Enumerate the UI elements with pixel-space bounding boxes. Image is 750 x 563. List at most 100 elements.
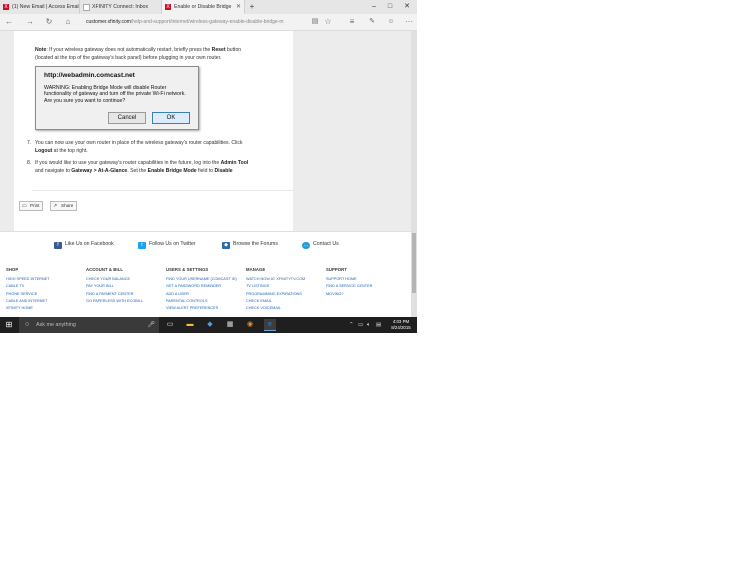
- footer-link[interactable]: CHECK VOICEMAIL: [246, 305, 305, 312]
- footer-link[interactable]: FIND YOUR USERNAME (COMCAST ID): [166, 276, 237, 283]
- maximize-button[interactable]: □: [382, 0, 398, 14]
- footer-link[interactable]: VIEW ALERT PREFERENCES: [166, 305, 237, 312]
- url-domain: customer.xfinity.com: [86, 19, 131, 25]
- footer-link[interactable]: FIND A SERVICE CENTER: [326, 283, 372, 290]
- refresh-icon[interactable]: ↻: [43, 16, 55, 28]
- footer-link[interactable]: XFINITY HOME: [6, 305, 49, 312]
- ok-button[interactable]: OK: [152, 112, 190, 124]
- forums-label: Browse the Forums: [233, 241, 278, 247]
- page-favicon-icon: [83, 4, 90, 11]
- hub-menu-icon[interactable]: ≡: [346, 16, 358, 28]
- step-text: field to: [196, 167, 215, 174]
- column-heading: SUPPORT: [326, 267, 347, 272]
- gateway-path-term: Gateway > At-A-Glance: [71, 167, 128, 174]
- footer-link[interactable]: PAY YOUR BILL: [86, 283, 143, 290]
- footer-column-manage: MANAGE WATCH NOW AT XFINITYTV.COM TV LIS…: [246, 267, 305, 312]
- admin-tool-term: Admin Tool: [220, 160, 249, 166]
- twitter-icon: t: [138, 242, 146, 249]
- store-icon[interactable]: ◆: [204, 319, 216, 331]
- footer-link[interactable]: PARENTAL CONTROLS: [166, 298, 237, 305]
- footer-link[interactable]: HIGH SPEED INTERNET: [6, 276, 49, 283]
- footer-link[interactable]: MOVING?: [326, 291, 372, 298]
- close-window-button[interactable]: ✕: [399, 0, 415, 14]
- footer-link[interactable]: PHONE SERVICE: [6, 291, 49, 298]
- reading-view-icon[interactable]: ▤: [309, 16, 321, 28]
- step-8-text: If you would like to use your gateway's …: [35, 160, 290, 175]
- app-icon[interactable]: ▦: [224, 319, 236, 331]
- edge-browser-icon[interactable]: e: [264, 319, 276, 331]
- print-label: Print: [30, 203, 40, 208]
- step-text: If you would like to use your gateway's …: [35, 160, 221, 166]
- divider: [33, 190, 294, 191]
- share-button[interactable]: ↗ Share: [50, 201, 78, 211]
- tab-bar: X (1) New Email | Access Email XFINITY C…: [0, 0, 417, 14]
- share-icon[interactable]: ☺: [385, 16, 397, 28]
- step-number: 8.: [27, 160, 32, 166]
- footer-link[interactable]: GET A PASSWORD REMINDER: [166, 283, 237, 290]
- minimize-button[interactable]: –: [366, 0, 382, 14]
- microphone-icon[interactable]: 🎤︎: [147, 317, 155, 333]
- footer-link[interactable]: CHECK YOUR BALANCE: [86, 276, 143, 283]
- task-view-icon[interactable]: ▭: [164, 319, 176, 331]
- step-text: and navigate to: [35, 167, 72, 174]
- tab-label: Enable or Disable Bridge: [174, 4, 232, 10]
- print-button[interactable]: ▭ Print: [19, 201, 44, 211]
- step-number: 7.: [27, 140, 32, 146]
- note-paragraph: Note: If your wireless gateway does not …: [35, 47, 280, 62]
- forums-link[interactable]: ◆ Browse the Forums: [222, 241, 278, 249]
- chat-bubble-icon: …: [302, 242, 310, 249]
- footer-link[interactable]: ADD A USER: [166, 291, 237, 298]
- column-heading: ACCOUNT & BILL: [86, 267, 123, 272]
- footer-link[interactable]: PROGRAMMING EXPIRATIONS: [246, 291, 305, 298]
- tab-email[interactable]: X (1) New Email | Access Email: [0, 0, 80, 14]
- back-arrow-icon[interactable]: ←: [3, 16, 15, 28]
- search-placeholder: Ask me anything: [36, 322, 76, 328]
- footer-link[interactable]: GO PAPERLESS WITH ECOBILL: [86, 298, 143, 305]
- chrome-icon[interactable]: ◉: [244, 319, 256, 331]
- footer-link[interactable]: FIND A PAYMENT CENTER: [86, 291, 143, 298]
- close-tab-icon[interactable]: ✕: [236, 0, 241, 14]
- screen: X (1) New Email | Access Email XFINITY C…: [0, 0, 417, 333]
- home-icon[interactable]: ⌂: [62, 16, 74, 28]
- cortana-search-box[interactable]: ○ Ask me anything 🎤︎: [19, 317, 159, 333]
- forward-arrow-icon[interactable]: →: [24, 16, 36, 28]
- taskbar: ⊞ ○ Ask me anything 🎤︎ ▭ ▬ ◆ ▦ ◉ e ⌃ ▭ 🔈…: [0, 317, 417, 333]
- tab-connect-inbox[interactable]: XFINITY Connect: Inbox: [80, 0, 162, 14]
- system-clock[interactable]: 4:03 PM 8/24/2015: [387, 319, 415, 331]
- tab-enable-disable-bridge[interactable]: X Enable or Disable Bridge ✕: [162, 0, 245, 14]
- twitter-label: Follow Us on Twitter: [149, 241, 196, 247]
- note-text-3: (located at the top of the gateway's bac…: [35, 54, 222, 61]
- scrollbar-thumb[interactable]: [412, 233, 416, 293]
- step-text: You can now use your own router in place…: [35, 140, 243, 146]
- address-bar[interactable]: customer.xfinity.com/help-and-support/in…: [86, 16, 308, 28]
- new-tab-button[interactable]: +: [247, 0, 257, 14]
- more-actions-icon[interactable]: ···: [403, 16, 415, 28]
- note-text-2: button: [225, 47, 242, 53]
- volume-icon[interactable]: 🔈︎: [367, 317, 370, 333]
- step-7-text: You can now use your own router in place…: [35, 140, 285, 155]
- file-explorer-icon[interactable]: ▬: [184, 319, 196, 331]
- notifications-icon[interactable]: ▤: [376, 317, 381, 333]
- tray-chevron-icon[interactable]: ⌃: [349, 317, 354, 333]
- social-bar: f Like Us on Facebook t Follow Us on Twitt…: [0, 231, 411, 257]
- footer-link[interactable]: CABLE AND INTERNET: [6, 298, 49, 305]
- logout-term: Logout: [35, 147, 53, 154]
- bridge-mode-term: Enable Bridge Mode: [147, 167, 197, 174]
- contact-link[interactable]: … Contact Us: [302, 241, 339, 249]
- cancel-button[interactable]: Cancel: [108, 112, 146, 124]
- network-icon[interactable]: ▭: [358, 317, 363, 333]
- column-heading: MANAGE: [246, 267, 266, 272]
- footer-link[interactable]: WATCH NOW AT XFINITYTV.COM: [246, 276, 305, 283]
- windows-start-icon[interactable]: ⊞: [0, 317, 18, 333]
- twitter-link[interactable]: t Follow Us on Twitter: [138, 241, 196, 249]
- facebook-icon: f: [54, 242, 62, 249]
- footer-link[interactable]: CHECK EMAIL: [246, 298, 305, 305]
- facebook-link[interactable]: f Like Us on Facebook: [54, 241, 114, 249]
- search-circle-icon: ○: [25, 321, 30, 328]
- web-note-icon[interactable]: ✎: [366, 16, 378, 28]
- favorite-star-icon[interactable]: ☆: [322, 16, 334, 28]
- footer-link[interactable]: TV LISTINGS: [246, 283, 305, 290]
- footer-link[interactable]: CABLE TV: [6, 283, 49, 290]
- footer-link[interactable]: SUPPORT HOME: [326, 276, 372, 283]
- share-label: Share: [61, 203, 74, 208]
